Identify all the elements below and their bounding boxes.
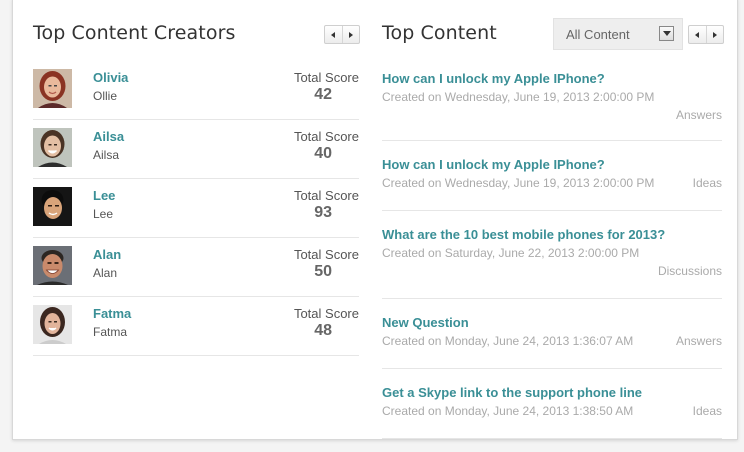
total-score-label: Total Score <box>293 247 359 262</box>
content-filter-select[interactable]: All Content <box>553 18 683 50</box>
creator-username: Ailsa <box>93 148 120 162</box>
content-type-label: Answers <box>675 108 722 122</box>
creator-row: Lee Lee Total Score 93 <box>33 178 359 238</box>
total-score-label: Total Score <box>293 188 359 203</box>
content-item: What are the 10 best mobile phones for 2… <box>382 227 722 299</box>
total-score-label: Total Score <box>293 306 359 321</box>
creator-username: Ollie <box>93 89 118 103</box>
creator-row: Alan Alan Total Score 50 <box>33 237 359 297</box>
content-title-link[interactable]: What are the 10 best mobile phones for 2… <box>382 227 665 242</box>
content-title-link[interactable]: New Question <box>382 315 469 330</box>
content-title-link[interactable]: Get a Skype link to the support phone li… <box>382 385 642 400</box>
creator-username: Fatma <box>93 325 128 339</box>
top-content-creators-title: Top Content Creators <box>33 22 236 44</box>
content-item: New Question Created on Monday, June 24,… <box>382 315 722 369</box>
avatar <box>33 246 72 285</box>
creator-name-link[interactable]: Lee <box>93 188 115 203</box>
total-score-value: 50 <box>314 263 332 280</box>
avatar <box>33 187 72 226</box>
creator-row: Fatma Fatma Total Score 48 <box>33 296 359 356</box>
creator-row: Ailsa Ailsa Total Score 40 <box>33 119 359 179</box>
total-score-value: 42 <box>314 86 332 103</box>
avatar <box>33 128 72 167</box>
content-created-date: Created on Saturday, June 22, 2013 2:00:… <box>382 246 640 260</box>
creators-pager <box>324 25 360 44</box>
creator-name-link[interactable]: Fatma <box>93 306 131 321</box>
creator-name-link[interactable]: Ailsa <box>93 129 124 144</box>
total-score-value: 93 <box>314 204 332 221</box>
content-created-date: Created on Monday, June 24, 2013 1:36:07… <box>382 334 634 348</box>
content-created-date: Created on Wednesday, June 19, 2013 2:00… <box>382 176 655 190</box>
content-next-button[interactable] <box>705 26 724 43</box>
content-prev-button[interactable] <box>689 26 706 43</box>
dashboard-panel: Top Content Creators Olivia Ollie Total … <box>12 0 738 440</box>
content-pager <box>688 25 724 44</box>
arrow-right-icon <box>712 31 717 38</box>
content-type-label: Discussions <box>657 264 722 278</box>
creators-prev-button[interactable] <box>325 26 342 43</box>
content-title-link[interactable]: How can I unlock my Apple IPhone? <box>382 71 605 86</box>
avatar <box>33 69 72 108</box>
content-type-label: Ideas <box>692 404 722 418</box>
content-created-date: Created on Monday, June 24, 2013 1:38:50… <box>382 404 634 418</box>
creators-next-button[interactable] <box>341 26 360 43</box>
arrow-left-icon <box>695 31 700 38</box>
creator-name-link[interactable]: Alan <box>93 247 121 262</box>
total-score-value: 48 <box>314 322 332 339</box>
chevron-down-icon <box>659 26 674 41</box>
content-item: How can I unlock my Apple IPhone? Create… <box>382 157 722 211</box>
content-title-link[interactable]: How can I unlock my Apple IPhone? <box>382 157 605 172</box>
top-content-title: Top Content <box>382 22 497 44</box>
creator-name-link[interactable]: Olivia <box>93 70 128 85</box>
arrow-right-icon <box>348 31 353 38</box>
content-type-label: Answers <box>675 334 722 348</box>
creator-username: Alan <box>93 266 118 280</box>
total-score-label: Total Score <box>293 70 359 85</box>
avatar <box>33 305 72 344</box>
arrow-left-icon <box>331 31 336 38</box>
content-filter-value: All Content <box>566 27 630 42</box>
creator-username: Lee <box>93 207 114 221</box>
content-item: How can I unlock my Apple IPhone? Create… <box>382 71 722 141</box>
total-score-label: Total Score <box>293 129 359 144</box>
total-score-value: 40 <box>314 145 332 162</box>
creator-row: Olivia Ollie Total Score 42 <box>33 60 359 120</box>
content-item: Get a Skype link to the support phone li… <box>382 385 722 439</box>
content-created-date: Created on Wednesday, June 19, 2013 2:00… <box>382 90 655 104</box>
content-type-label: Ideas <box>692 176 722 190</box>
